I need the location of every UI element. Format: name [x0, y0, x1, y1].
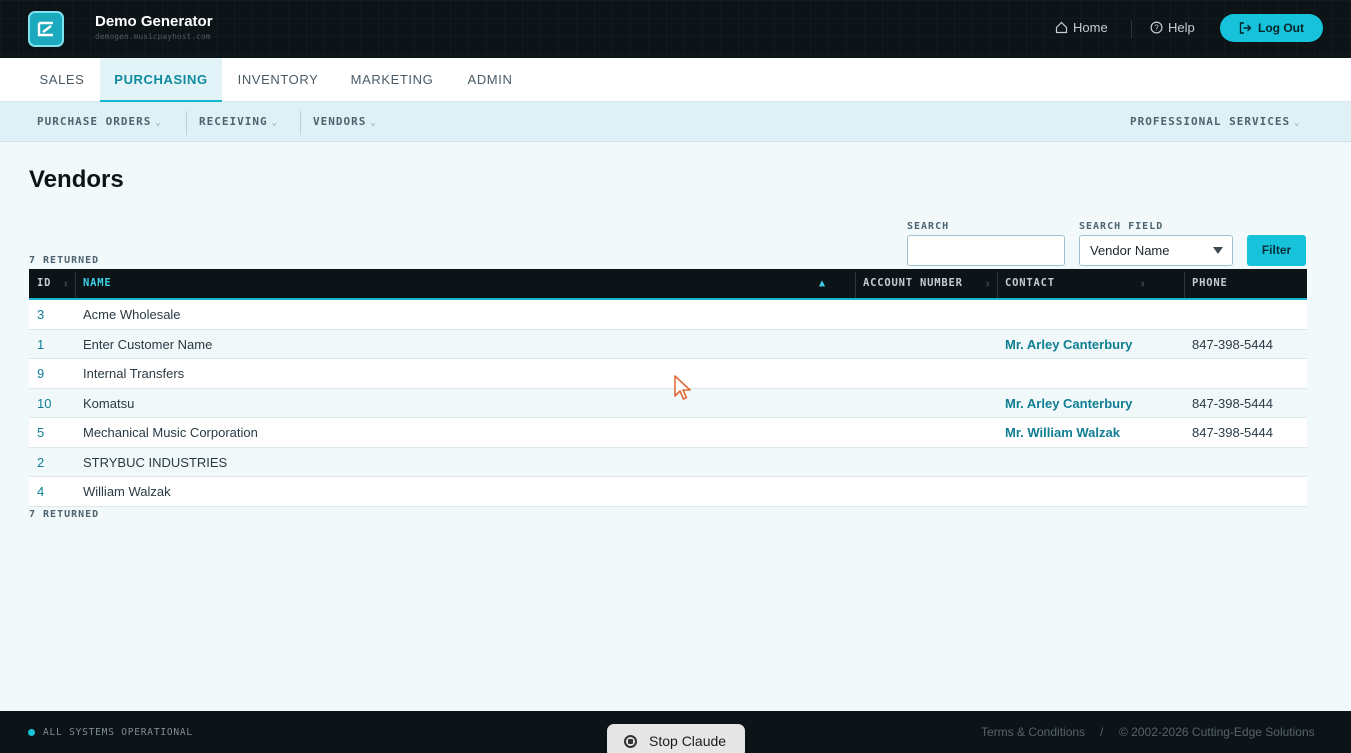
- logout-button[interactable]: Log Out: [1220, 14, 1323, 42]
- subnav-divider: [300, 111, 301, 135]
- sub-nav: PURCHASE ORDERS ⌄ RECEIVING ⌄ VENDORS ⌄ PRO…: [0, 102, 1351, 142]
- status-indicator-icon: [28, 729, 35, 736]
- top-header: Demo Generator demogen.musicpayhost.com …: [0, 0, 1351, 58]
- vendor-phone: 847-398-5444: [1192, 425, 1273, 440]
- subnav-vendors[interactable]: VENDORS ⌄: [313, 102, 377, 142]
- chevron-down-icon: ⌄: [370, 118, 377, 128]
- vendor-name: STRYBUC INDUSTRIES: [83, 454, 228, 470]
- vendor-name: Mechanical Music Corporation: [83, 425, 258, 440]
- subnav-receiving[interactable]: RECEIVING ⌄: [199, 102, 278, 142]
- table-row[interactable]: 9 Internal Transfers: [29, 359, 1307, 389]
- search-label: SEARCH: [907, 221, 950, 232]
- search-field-label: SEARCH FIELD: [1079, 221, 1164, 232]
- column-header-phone-label: PHONE: [1192, 277, 1228, 289]
- header-divider: [1131, 20, 1132, 38]
- column-header-phone[interactable]: PHONE: [1184, 269, 1307, 298]
- vendor-name: William Walzak: [83, 484, 171, 499]
- vendor-id-link[interactable]: 10: [37, 389, 51, 418]
- table-row[interactable]: 5 Mechanical Music Corporation Mr. Willi…: [29, 418, 1307, 448]
- stop-claude-label: Stop Claude: [649, 733, 727, 749]
- vendor-phone: 847-398-5444: [1192, 395, 1273, 411]
- vendor-id-link[interactable]: 1: [37, 330, 44, 359]
- home-link[interactable]: Home: [1055, 20, 1108, 35]
- subnav-professional-services-label: PROFESSIONAL SERVICES: [1130, 115, 1291, 128]
- vendor-contact-link[interactable]: Mr. Arley Canterbury: [1005, 330, 1132, 359]
- chevron-down-icon: ⌄: [1294, 118, 1301, 128]
- sort-icon: ⇕: [985, 279, 991, 288]
- system-status: ALL SYSTEMS OPERATIONAL: [43, 727, 193, 738]
- filter-button[interactable]: Filter: [1247, 235, 1306, 266]
- vendor-name: Internal Transfers: [83, 366, 185, 381]
- tab-inventory[interactable]: INVENTORY: [222, 58, 334, 102]
- search-field-select[interactable]: Vendor Name: [1079, 235, 1233, 266]
- subnav-divider: [186, 111, 187, 135]
- column-header-id-label: ID: [37, 277, 52, 289]
- column-header-account-number-label: ACCOUNT NUMBER: [863, 277, 963, 289]
- table-row[interactable]: 3 Acme Wholesale: [29, 300, 1307, 330]
- column-header-name[interactable]: NAME ▲: [75, 269, 855, 298]
- home-icon: [1055, 21, 1068, 34]
- svg-text:?: ?: [1154, 23, 1159, 32]
- table-row[interactable]: 4 William Walzak: [29, 477, 1307, 507]
- main-nav: SALES PURCHASING INVENTORY MARKETING ADM…: [0, 58, 1351, 102]
- footer-separator: /: [1100, 725, 1104, 739]
- search-field-value: Vendor Name: [1090, 243, 1170, 258]
- app-logo-icon[interactable]: [28, 11, 64, 47]
- terms-link[interactable]: Terms & Conditions: [981, 725, 1085, 739]
- caret-down-icon: [1213, 247, 1223, 254]
- vendor-contact-link[interactable]: Mr. Arley Canterbury: [1005, 389, 1132, 418]
- logout-icon: [1239, 22, 1252, 34]
- table-row[interactable]: 1 Enter Customer Name Mr. Arley Canterbu…: [29, 329, 1307, 359]
- column-header-id[interactable]: ID ⇕: [29, 269, 75, 298]
- column-header-name-label: NAME: [83, 277, 112, 289]
- copyright-text: © 2002-2026 Cutting-Edge Solutions: [1119, 725, 1315, 739]
- sort-icon: ⇕: [63, 279, 69, 288]
- help-link[interactable]: ? Help: [1150, 20, 1195, 35]
- column-header-contact[interactable]: CONTACT ⇕: [997, 269, 1152, 298]
- column-header-account-number[interactable]: ACCOUNT NUMBER ⇕: [855, 269, 997, 298]
- tab-marketing[interactable]: MARKETING: [334, 58, 450, 102]
- stop-icon: [624, 734, 637, 748]
- vendor-name: Enter Customer Name: [83, 336, 213, 352]
- mouse-cursor-icon: [674, 375, 691, 400]
- brand-subtitle: demogen.musicpayhost.com: [95, 32, 211, 41]
- home-label: Home: [1073, 20, 1108, 35]
- search-input[interactable]: [907, 235, 1065, 266]
- brand-title: Demo Generator: [95, 13, 213, 30]
- column-header-contact-label: CONTACT: [1005, 277, 1055, 289]
- sort-icon: ⇕: [1140, 279, 1146, 288]
- subnav-professional-services[interactable]: PROFESSIONAL SERVICES ⌄: [1130, 102, 1301, 142]
- chevron-down-icon: ⌄: [271, 118, 279, 128]
- vendor-id-link[interactable]: 5: [37, 418, 44, 447]
- vendor-id-link[interactable]: 2: [37, 448, 44, 477]
- vendor-name: Acme Wholesale: [83, 307, 181, 322]
- table-row[interactable]: 2 STRYBUC INDUSTRIES: [29, 447, 1307, 477]
- help-icon: ?: [1150, 21, 1163, 34]
- subnav-purchase-orders[interactable]: PURCHASE ORDERS ⌄: [37, 102, 162, 142]
- subnav-receiving-label: RECEIVING: [199, 115, 268, 128]
- subnav-vendors-label: VENDORS: [313, 115, 367, 128]
- table-row[interactable]: 10 Komatsu Mr. Arley Canterbury 847-398-…: [29, 388, 1307, 418]
- chevron-down-icon: ⌄: [155, 118, 162, 128]
- subnav-purchase-orders-label: PURCHASE ORDERS: [37, 115, 152, 128]
- stop-claude-button[interactable]: Stop Claude: [607, 724, 745, 753]
- returned-count-top: 7 RETURNED: [29, 255, 100, 266]
- sort-ascending-icon: ▲: [819, 278, 826, 289]
- logout-label: Log Out: [1258, 21, 1304, 35]
- vendor-id-link[interactable]: 3: [37, 300, 44, 329]
- vendors-table: ID ⇕ NAME ▲ ACCOUNT NUMBER ⇕ CONTACT ⇕ PHONE…: [29, 269, 1307, 507]
- tab-purchasing[interactable]: PURCHASING: [100, 58, 222, 102]
- vendor-id-link[interactable]: 9: [37, 359, 44, 388]
- page-title: Vendors: [29, 166, 124, 193]
- table-header: ID ⇕ NAME ▲ ACCOUNT NUMBER ⇕ CONTACT ⇕ PHONE: [29, 269, 1307, 300]
- vendor-contact-link[interactable]: Mr. William Walzak: [1005, 418, 1120, 447]
- vendor-name: Komatsu: [83, 395, 135, 411]
- tab-admin[interactable]: ADMIN: [450, 58, 530, 102]
- help-label: Help: [1168, 20, 1195, 35]
- vendor-phone: 847-398-5444: [1192, 336, 1273, 352]
- returned-count-bottom: 7 RETURNED: [29, 509, 100, 520]
- tab-sales[interactable]: SALES: [24, 58, 100, 102]
- vendor-id-link[interactable]: 4: [37, 477, 44, 506]
